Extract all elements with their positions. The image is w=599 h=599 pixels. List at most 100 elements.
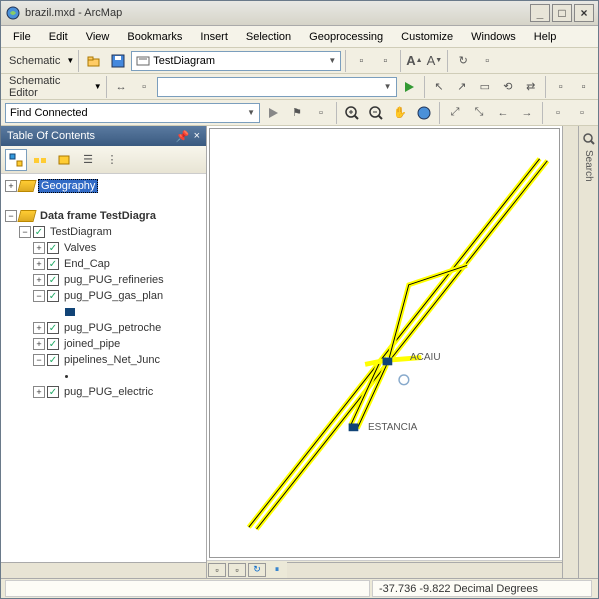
expand-icon[interactable]: + — [33, 274, 45, 286]
map-label-acaiu: ACAIU — [410, 352, 441, 363]
arrow-nw-icon[interactable]: ↖ — [428, 76, 449, 98]
menu-selection[interactable]: Selection — [238, 29, 299, 45]
collapse-icon[interactable]: − — [19, 226, 31, 238]
refresh-view-icon[interactable]: ↻ — [248, 563, 266, 577]
tree-testdiagram[interactable]: TestDiagram — [48, 226, 114, 238]
checkbox-icon[interactable]: ✓ — [47, 290, 59, 302]
expand-icon[interactable]: + — [33, 258, 45, 270]
checkbox-icon[interactable]: ✓ — [47, 274, 59, 286]
maximize-button[interactable]: □ — [552, 4, 572, 22]
find-run-icon[interactable] — [262, 102, 284, 124]
menu-windows[interactable]: Windows — [463, 29, 524, 45]
tree-layer[interactable]: pug_PUG_gas_plan — [62, 290, 165, 302]
edit-node-icon[interactable]: ▫ — [134, 76, 155, 98]
menu-edit[interactable]: Edit — [41, 29, 76, 45]
collapse-icon[interactable]: − — [5, 210, 17, 222]
find-selector[interactable]: Find Connected ▼ — [5, 103, 260, 123]
schematic-label[interactable]: Schematic — [5, 55, 64, 67]
tree-layer[interactable]: pug_PUG_electric — [62, 386, 155, 398]
misc2-icon[interactable]: ▫ — [571, 102, 593, 124]
arrow-ne-icon[interactable]: ↗ — [451, 76, 472, 98]
find-value: Find Connected — [10, 107, 88, 119]
expand-icon[interactable]: + — [5, 180, 17, 192]
expand-icon[interactable]: + — [33, 322, 45, 334]
layout-icon[interactable]: ▫ — [374, 50, 396, 72]
checkbox-icon[interactable]: ✓ — [47, 338, 59, 350]
layout-view-tab[interactable]: ▫ — [228, 563, 246, 577]
checkbox-icon[interactable]: ✓ — [33, 226, 45, 238]
run-icon[interactable] — [399, 76, 420, 98]
zoom-out-icon[interactable] — [365, 102, 387, 124]
close-button[interactable]: × — [574, 4, 594, 22]
find-flag-icon[interactable]: ⚑ — [286, 102, 308, 124]
diagram-selector[interactable]: TestDiagram ▼ — [131, 51, 341, 71]
tree-geography[interactable]: Geography — [38, 179, 98, 193]
map-canvas[interactable]: ACAIU ESTANCIA — [209, 128, 560, 558]
edit-move-icon[interactable]: ↔ — [111, 76, 132, 98]
checkbox-icon[interactable]: ✓ — [47, 354, 59, 366]
tree-layer[interactable]: End_Cap — [62, 258, 112, 270]
tree-dataframe[interactable]: Data frame TestDiagra — [38, 210, 158, 222]
mirror-icon[interactable]: ⇄ — [520, 76, 541, 98]
expand-icon[interactable]: + — [33, 386, 45, 398]
select-icon[interactable]: ▭ — [474, 76, 495, 98]
menu-customize[interactable]: Customize — [393, 29, 461, 45]
tree-layer[interactable]: pug_PUG_refineries — [62, 274, 166, 286]
content-area: Table Of Contents 📌 × ☰ ⋮ + Geography — [1, 126, 598, 578]
editor-selector[interactable]: ▼ — [157, 77, 397, 97]
open-diagram-icon[interactable] — [83, 50, 105, 72]
toc-close-icon[interactable]: × — [194, 130, 200, 143]
checkbox-icon[interactable]: ✓ — [47, 258, 59, 270]
font-bold-icon[interactable]: A▲ — [405, 50, 423, 72]
editor-label[interactable]: Schematic Editor — [5, 75, 92, 99]
tree-layer[interactable]: pipelines_Net_Junc — [62, 354, 162, 366]
pause-drawing-icon[interactable]: ⏸ — [268, 563, 286, 577]
toc-tree[interactable]: + Geography − Data frame TestDiagra − ✓ … — [1, 174, 206, 562]
toc-options-icon[interactable]: ⋮ — [101, 149, 123, 171]
map-scroll-horizontal[interactable] — [287, 562, 562, 578]
pan-icon[interactable]: ✋ — [389, 102, 411, 124]
align-l-icon[interactable]: ▫ — [550, 76, 571, 98]
toc-scroll-horizontal[interactable] — [1, 562, 206, 578]
checkbox-icon[interactable]: ✓ — [47, 386, 59, 398]
toc-list-by-selection-icon[interactable]: ☰ — [77, 149, 99, 171]
menu-view[interactable]: View — [78, 29, 118, 45]
tree-layer[interactable]: Valves — [62, 242, 98, 254]
propagate-icon[interactable]: ▫ — [350, 50, 372, 72]
menu-bookmarks[interactable]: Bookmarks — [119, 29, 190, 45]
menu-insert[interactable]: Insert — [192, 29, 236, 45]
toc-pin-icon[interactable]: 📌 — [176, 130, 190, 143]
menu-file[interactable]: File — [5, 29, 39, 45]
next-extent-icon[interactable]: → — [516, 102, 538, 124]
expand-icon[interactable]: + — [33, 242, 45, 254]
fixed-zoomout-icon[interactable]: ⤡ — [468, 102, 490, 124]
tree-layer[interactable]: joined_pipe — [62, 338, 122, 350]
expand-icon[interactable]: + — [33, 338, 45, 350]
find-clear-icon[interactable]: ▫ — [310, 102, 332, 124]
search-panel-tab[interactable]: Search — [578, 126, 598, 578]
menu-help[interactable]: Help — [526, 29, 565, 45]
full-extent-icon[interactable] — [413, 102, 435, 124]
collapse-icon[interactable]: − — [33, 290, 45, 302]
rotate-icon[interactable]: ⟲ — [497, 76, 518, 98]
collapse-icon[interactable]: − — [33, 354, 45, 366]
fixed-zoomin-icon[interactable]: ⤢ — [444, 102, 466, 124]
minimize-button[interactable]: _ — [530, 4, 550, 22]
data-view-tab[interactable]: ▫ — [208, 563, 226, 577]
tree-layer[interactable]: pug_PUG_petroche — [62, 322, 163, 334]
align-r-icon[interactable]: ▫ — [573, 76, 594, 98]
tool-icon[interactable]: ▫ — [476, 50, 498, 72]
zoom-in-icon[interactable] — [341, 102, 363, 124]
refresh-icon[interactable]: ↻ — [452, 50, 474, 72]
misc1-icon[interactable]: ▫ — [547, 102, 569, 124]
save-diagram-icon[interactable] — [107, 50, 129, 72]
font-small-icon[interactable]: A▼ — [426, 50, 444, 72]
toc-list-by-drawing-icon[interactable] — [5, 149, 27, 171]
prev-extent-icon[interactable]: ← — [492, 102, 514, 124]
map-scroll-vertical[interactable] — [562, 126, 578, 578]
checkbox-icon[interactable]: ✓ — [47, 242, 59, 254]
checkbox-icon[interactable]: ✓ — [47, 322, 59, 334]
toc-list-by-source-icon[interactable] — [29, 149, 51, 171]
menu-geoprocessing[interactable]: Geoprocessing — [301, 29, 391, 45]
toc-list-by-visibility-icon[interactable] — [53, 149, 75, 171]
